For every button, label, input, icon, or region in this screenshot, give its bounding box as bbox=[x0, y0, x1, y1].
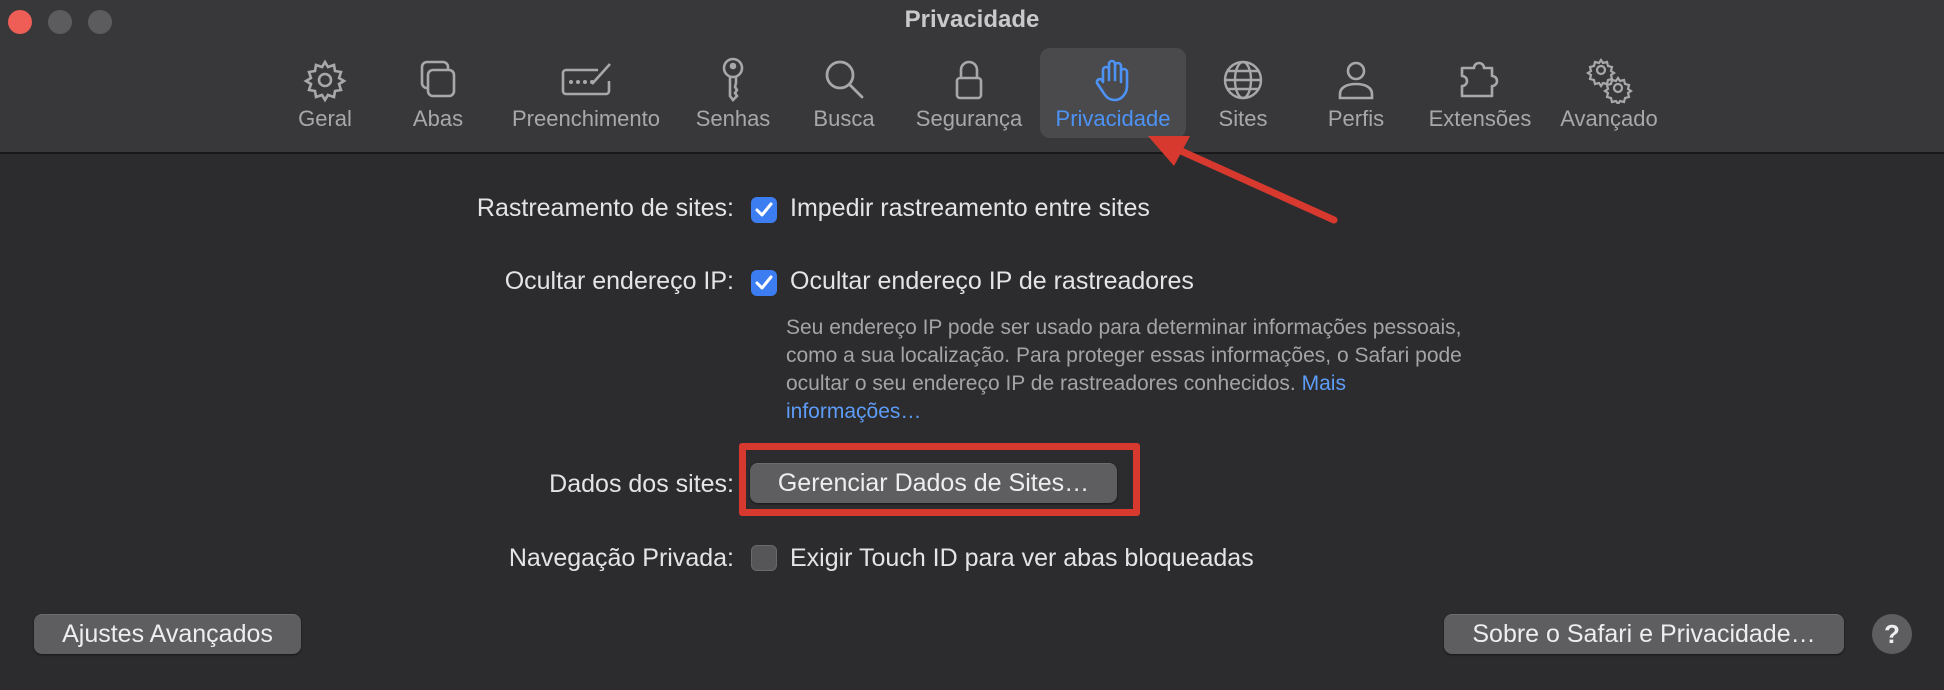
checkmark-icon bbox=[755, 275, 773, 290]
hide-ip-description: Seu endereço IP pode ser usado para dete… bbox=[786, 314, 1466, 426]
touch-id-checkbox[interactable] bbox=[751, 545, 777, 571]
safari-settings-window: Privacidade Geral Abas Preenchimento Sen… bbox=[0, 0, 1944, 690]
about-safari-privacy-button[interactable]: Sobre o Safari e Privacidade… bbox=[1444, 614, 1844, 654]
tracking-option-text: Impedir rastreamento entre sites bbox=[790, 194, 1150, 222]
hide-ip-description-text: Seu endereço IP pode ser usado para dete… bbox=[786, 316, 1462, 395]
advanced-settings-button[interactable]: Ajustes Avançados bbox=[34, 614, 301, 654]
private-browsing-label: Navegação Privada: bbox=[508, 544, 734, 572]
site-data-label: Dados dos sites: bbox=[549, 470, 734, 498]
tracking-checkbox[interactable] bbox=[751, 197, 777, 223]
hide-ip-checkbox[interactable] bbox=[751, 270, 777, 296]
hide-ip-option-text: Ocultar endereço IP de rastreadores bbox=[790, 267, 1194, 295]
checkmark-icon bbox=[755, 202, 773, 217]
touch-id-option-text: Exigir Touch ID para ver abas bloqueadas bbox=[790, 544, 1254, 572]
help-button[interactable]: ? bbox=[1872, 614, 1912, 654]
hide-ip-label: Ocultar endereço IP: bbox=[504, 267, 734, 295]
tracking-label: Rastreamento de sites: bbox=[476, 194, 734, 222]
manage-site-data-button[interactable]: Gerenciar Dados de Sites… bbox=[750, 463, 1117, 503]
